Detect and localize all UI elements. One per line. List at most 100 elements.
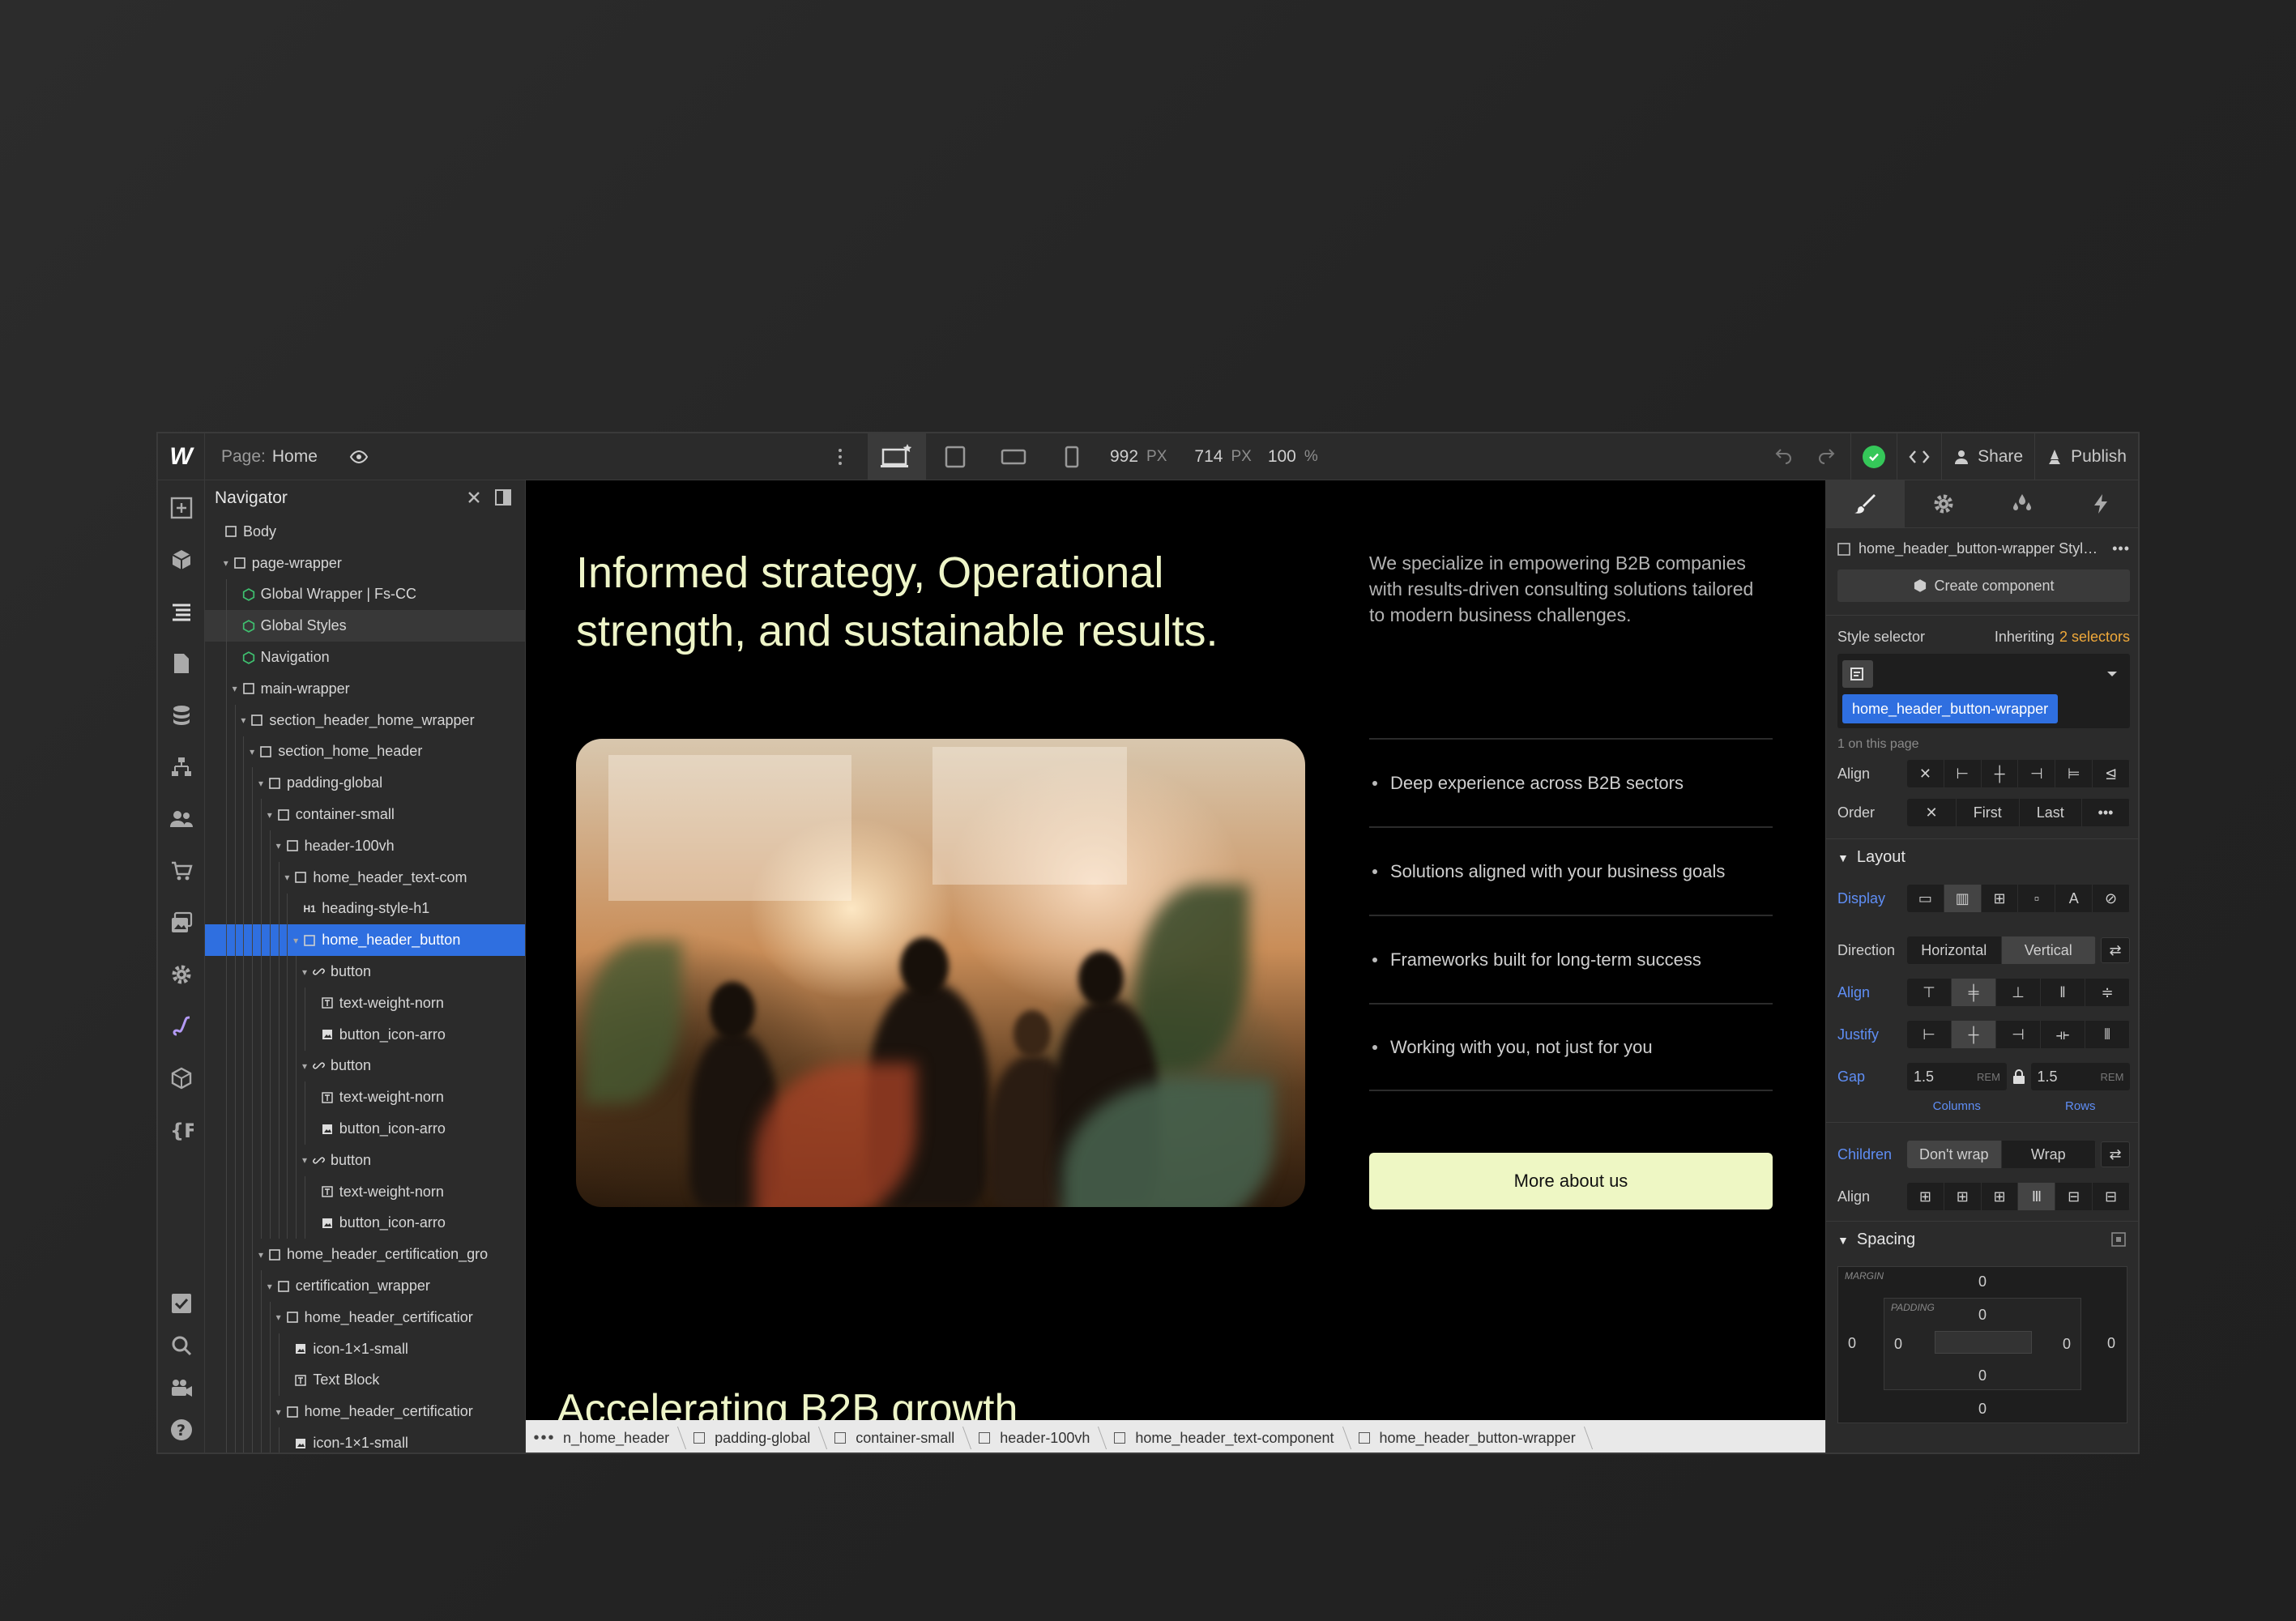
cms-database-icon[interactable] — [169, 702, 194, 728]
navigator-node[interactable]: ▾ page-wrapper — [205, 548, 525, 579]
content-between-icon[interactable]: ⊟ — [2055, 1183, 2093, 1210]
libraries-cube-icon[interactable] — [169, 1065, 194, 1091]
dont-wrap-button[interactable]: Don't wrap — [1907, 1141, 2002, 1168]
redo-icon[interactable] — [1805, 433, 1850, 480]
padding-right-value[interactable]: 0 — [2063, 1336, 2071, 1353]
element-settings-gear-icon[interactable] — [1905, 480, 1983, 527]
interactions-bolt-icon[interactable] — [2061, 480, 2138, 527]
video-tutorials-icon[interactable] — [169, 1375, 194, 1401]
selector-state-icon[interactable] — [1842, 660, 1873, 688]
justify-around-icon[interactable]: ⫴ — [2085, 1021, 2130, 1048]
caret-down-icon[interactable]: ▾ — [246, 746, 258, 757]
gap-columns-field[interactable]: 1.5 REM — [1907, 1063, 2007, 1090]
collapse-all-icon[interactable] — [465, 488, 483, 511]
align-stretch-icon[interactable]: ‖ — [2041, 979, 2085, 1006]
help-icon[interactable]: ? — [169, 1417, 194, 1443]
hero-description[interactable]: We specialize in empowering B2B companie… — [1369, 550, 1766, 628]
navigator-node[interactable]: ▾ main-wrapper — [205, 672, 525, 705]
navigator-node[interactable]: icon-1×1-small — [205, 1427, 525, 1453]
navigator-node[interactable]: text-weight-norn — [205, 1175, 525, 1208]
justify-between-icon[interactable]: ⟛ — [2041, 1021, 2085, 1048]
search-icon[interactable] — [169, 1333, 194, 1359]
gap-lock-icon[interactable] — [2007, 1069, 2031, 1085]
navigator-node[interactable]: H1 heading-style-h1 — [205, 893, 525, 925]
navigator-node[interactable]: ▾ button — [205, 1144, 525, 1176]
components-cube-icon[interactable] — [169, 547, 194, 573]
publish-button[interactable]: Publish — [2035, 433, 2138, 480]
justify-end-icon[interactable]: ⊣ — [1996, 1021, 2041, 1048]
selector-chip[interactable]: home_header_button-wrapper — [1842, 694, 2059, 723]
caret-down-icon[interactable]: ▾ — [299, 966, 310, 978]
meeting-photo[interactable] — [576, 739, 1305, 1207]
breadcrumb-more-button[interactable]: ••• — [526, 1429, 563, 1448]
caret-down-icon[interactable]: ▾ — [299, 1154, 310, 1166]
canvas-height-value[interactable]: 714 — [1194, 447, 1223, 467]
navigator-icon[interactable] — [169, 599, 194, 625]
create-component-button[interactable]: Create component — [1837, 569, 2130, 602]
align-self-stretch-icon[interactable]: ⊨ — [2055, 760, 2093, 787]
gap-columns-unit[interactable]: REM — [1971, 1063, 2007, 1090]
spacing-options-icon[interactable] — [2110, 1231, 2127, 1252]
content-end-icon[interactable]: ⊞ — [1982, 1183, 2019, 1210]
margin-right-value[interactable]: 0 — [2107, 1335, 2115, 1352]
feature-list-item[interactable]: Solutions aligned with your business goa… — [1369, 826, 1773, 915]
padding-bottom-value[interactable]: 0 — [1884, 1367, 2080, 1384]
navigator-node[interactable]: ▾ home_header_text-com — [205, 861, 525, 894]
navigator-node[interactable]: Global Wrapper | Fs-CC — [205, 578, 525, 611]
spacing-section-header[interactable]: ▼ Spacing — [1826, 1221, 2138, 1258]
align-self-baseline-icon[interactable]: ⊴ — [2093, 760, 2130, 787]
style-brush-icon[interactable] — [1826, 480, 1905, 527]
content-start-icon[interactable]: ⊞ — [1907, 1183, 1944, 1210]
navigator-node[interactable]: ▾ header-100vh — [205, 830, 525, 862]
padding-top-value[interactable]: 0 — [1884, 1307, 2080, 1324]
navigator-node[interactable]: ▾ certification_wrapper — [205, 1270, 525, 1302]
caret-down-icon[interactable]: ▾ — [290, 935, 301, 946]
design-canvas[interactable]: Informed strategy, Operational strength,… — [526, 480, 1825, 1420]
element-more-icon[interactable]: ••• — [2112, 540, 2130, 557]
add-elements-icon[interactable] — [169, 495, 194, 521]
align-center-icon[interactable]: ╪ — [1952, 979, 1996, 1006]
caret-down-icon[interactable]: ▾ — [255, 1249, 267, 1261]
layout-section-header[interactable]: ▼ Layout — [1826, 838, 2138, 876]
assets-images-icon[interactable] — [169, 910, 194, 936]
ecommerce-cart-icon[interactable] — [169, 858, 194, 884]
padding-left-value[interactable]: 0 — [1894, 1336, 1902, 1353]
navigator-node[interactable]: ▾ button — [205, 1050, 525, 1082]
navigator-node[interactable]: Navigation — [205, 642, 525, 673]
more-about-us-button[interactable]: More about us — [1369, 1153, 1773, 1209]
align-start-icon[interactable]: ⊤ — [1907, 979, 1952, 1006]
navigator-node[interactable]: ▾ home_header_certification_gro — [205, 1239, 525, 1271]
breadcrumb-item[interactable]: padding-global — [682, 1430, 823, 1447]
code-export-icon[interactable] — [1897, 433, 1941, 480]
navigator-node[interactable]: ▾ home_header_button — [205, 924, 525, 957]
hero-heading[interactable]: Informed strategy, Operational strength,… — [576, 544, 1305, 660]
gap-columns-value[interactable]: 1.5 — [1907, 1063, 1971, 1090]
navigator-node[interactable]: ▾ section_header_home_wrapper — [205, 704, 525, 736]
order-none-icon[interactable]: ✕ — [1907, 799, 1957, 826]
finsweet-app-icon[interactable] — [169, 1013, 194, 1039]
site-status-check-icon[interactable] — [1851, 433, 1897, 480]
display-inline-block-icon[interactable]: ▫ — [2018, 885, 2056, 912]
align-self-end-icon[interactable]: ⊣ — [2018, 760, 2056, 787]
wrap-button[interactable]: Wrap — [2002, 1141, 2096, 1168]
breadcrumb-item[interactable]: home_header_text-component — [1103, 1430, 1346, 1447]
preview-eye-icon[interactable] — [345, 443, 373, 471]
caret-down-icon[interactable]: ▾ — [229, 683, 241, 694]
order-more-icon[interactable]: ••• — [2082, 799, 2130, 826]
feature-list-item[interactable]: Working with you, not just for you — [1369, 1003, 1773, 1091]
display-grid-icon[interactable]: ⊞ — [1982, 885, 2019, 912]
display-inline-icon[interactable]: A — [2055, 885, 2093, 912]
align-end-icon[interactable]: ⊥ — [1996, 979, 2041, 1006]
order-last-button[interactable]: Last — [2020, 799, 2082, 826]
style-manager-drops-icon[interactable] — [1983, 480, 2062, 527]
desktop-base-breakpoint-icon[interactable] — [868, 433, 926, 480]
direction-horizontal-button[interactable]: Horizontal — [1907, 936, 2002, 964]
webflow-logo[interactable]: W — [158, 433, 205, 480]
margin-top-value[interactable]: 0 — [1838, 1273, 2127, 1290]
users-icon[interactable] — [169, 806, 194, 832]
next-section-heading[interactable]: Accelerating B2B growth — [557, 1385, 1018, 1420]
caret-down-icon[interactable]: ▾ — [264, 1281, 275, 1292]
navigator-node[interactable]: Global Styles — [205, 610, 525, 642]
reverse-wrap-icon[interactable]: ⇄ — [2101, 1141, 2130, 1167]
order-first-button[interactable]: First — [1957, 799, 2020, 826]
